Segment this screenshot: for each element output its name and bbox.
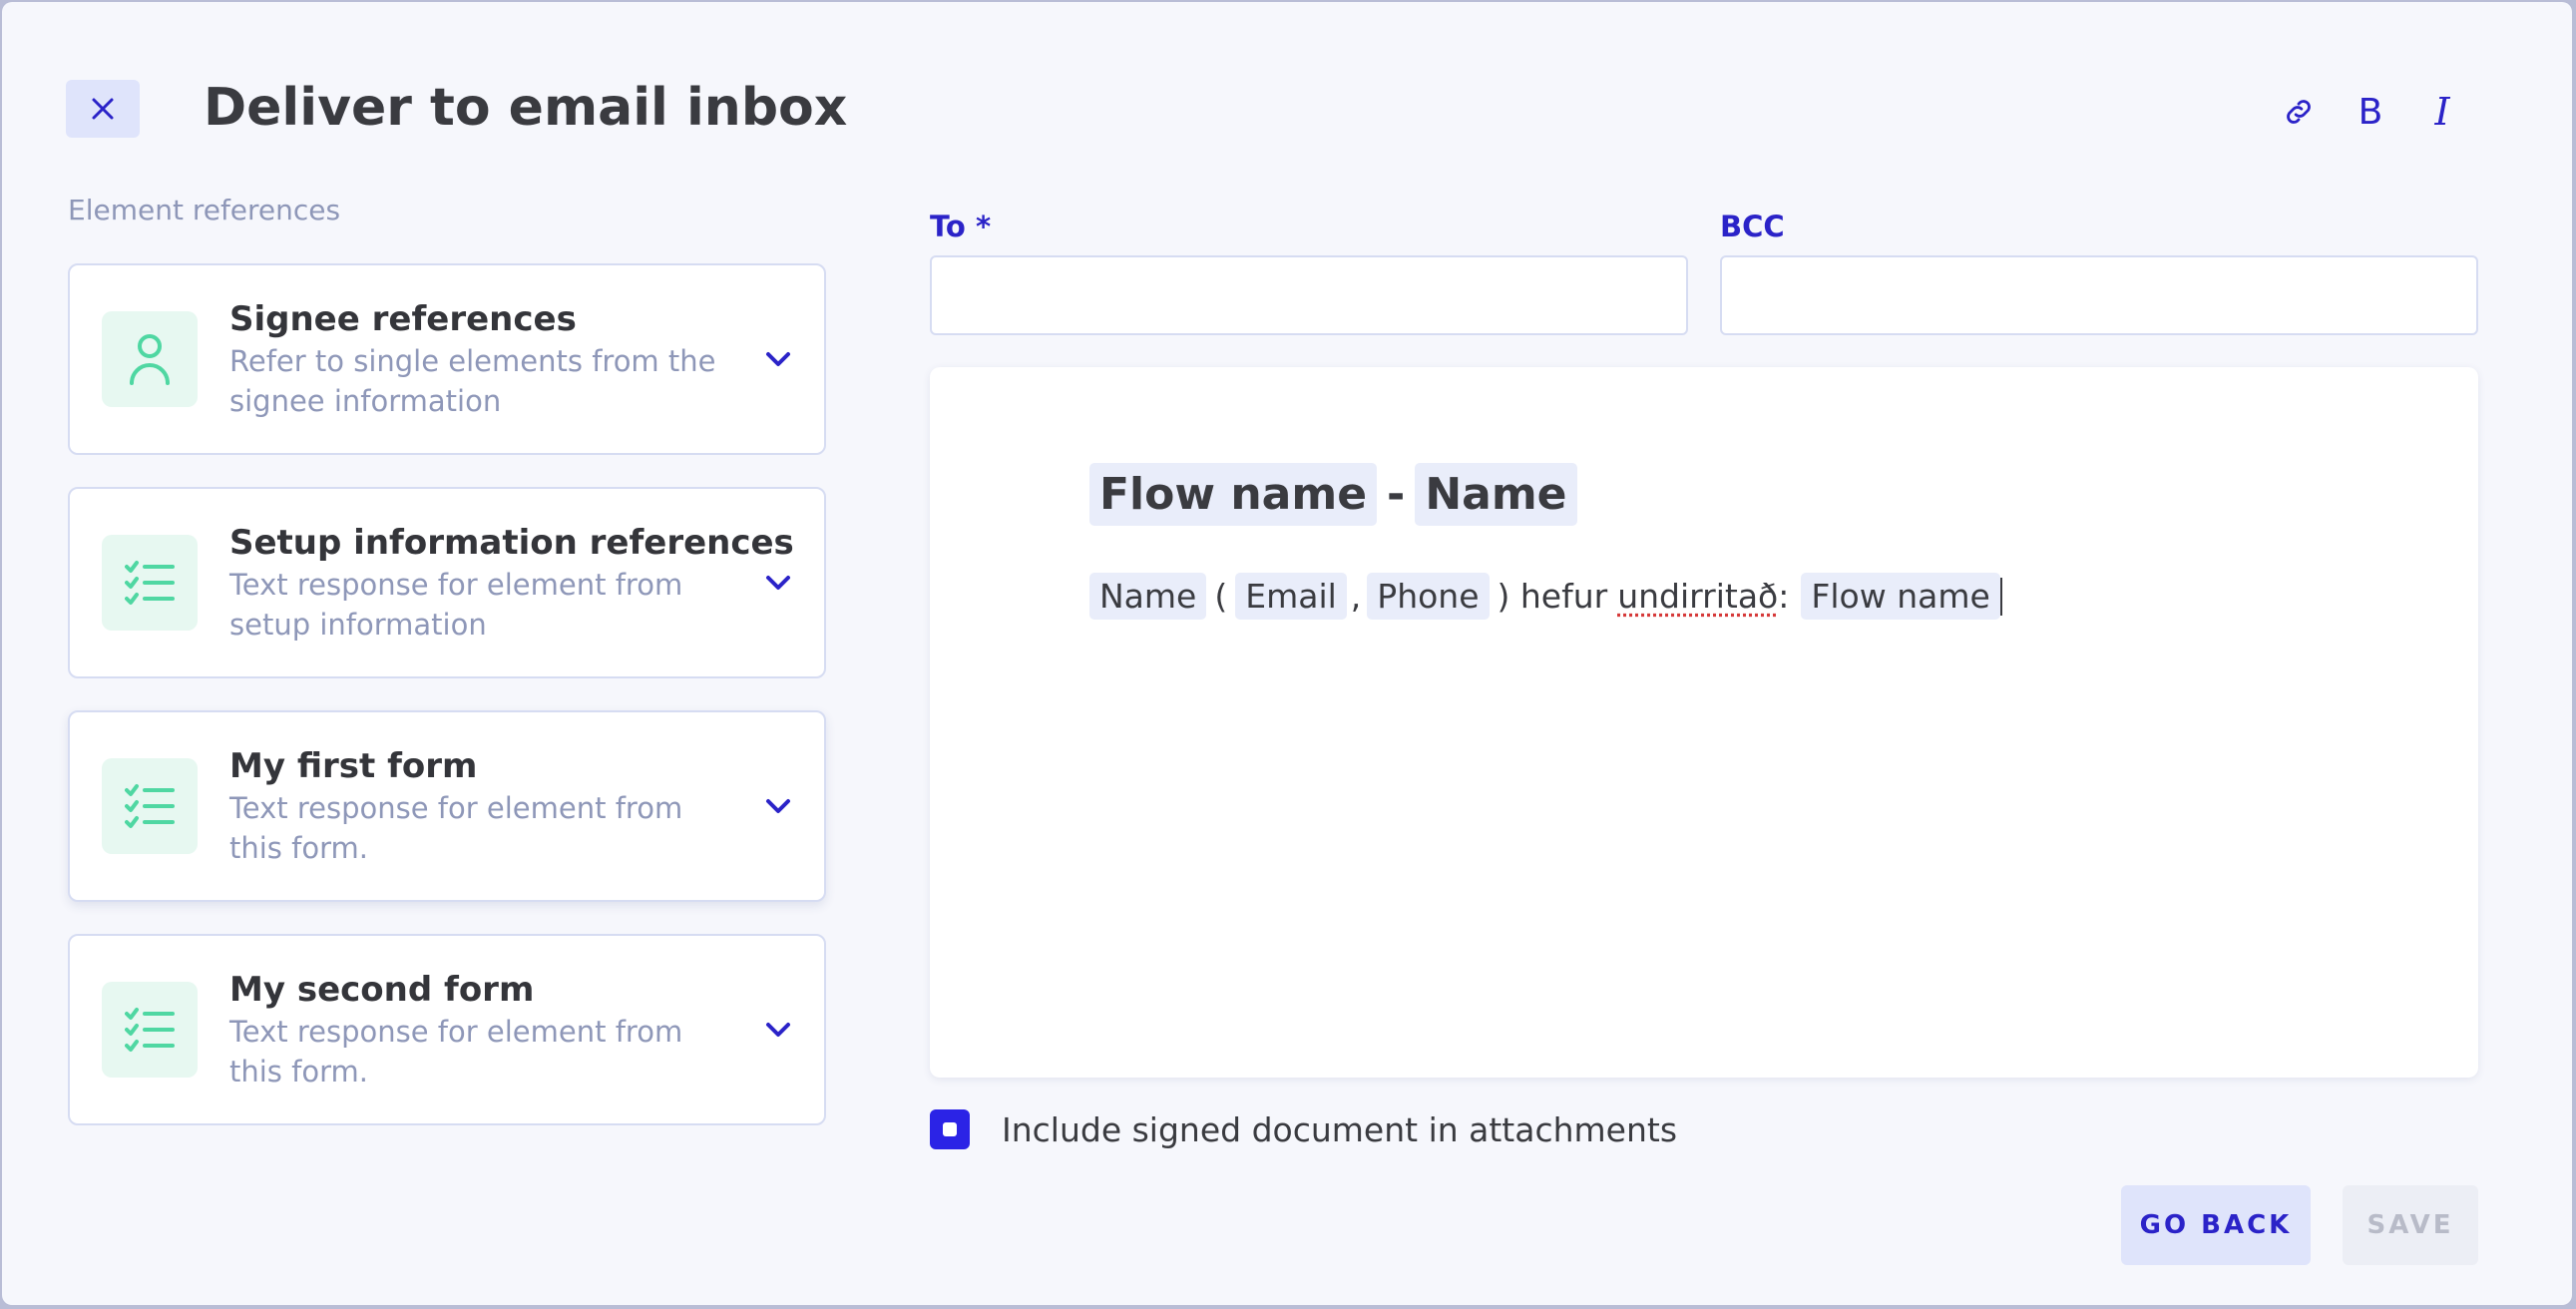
checklist-icon (102, 535, 198, 631)
bcc-field[interactable] (1720, 255, 2478, 335)
subject-separator: - (1387, 469, 1406, 520)
chevron-down-icon[interactable] (758, 563, 798, 603)
reference-chip-flow-name[interactable]: Flow name (1089, 463, 1378, 526)
reference-description: Text response for element from this form… (229, 1015, 683, 1089)
bold-button[interactable]: B (2349, 90, 2392, 134)
reference-chip-email[interactable]: Email (1235, 573, 1347, 620)
to-field-label: To * (930, 210, 992, 243)
reference-title: Signee references (229, 299, 577, 339)
reference-card-my-first-form[interactable]: My first form Text response for element … (68, 710, 826, 902)
reference-card-setup-information[interactable]: Setup information references Text respon… (68, 487, 826, 678)
comma-text: , (1350, 577, 1362, 616)
reference-title: My second form (229, 970, 535, 1010)
italic-icon: I (2434, 90, 2450, 134)
go-back-button[interactable]: GO BACK (2121, 1185, 2311, 1265)
reference-description: Refer to single elements from the signee… (229, 344, 716, 418)
include-attachment-checkbox[interactable] (930, 1109, 970, 1149)
chevron-down-icon[interactable] (758, 339, 798, 379)
person-icon (102, 311, 198, 407)
misspelled-word: undirritað (1617, 577, 1779, 616)
reference-chip-name[interactable]: Name (1415, 463, 1577, 526)
link-icon (2287, 100, 2311, 124)
email-body-line: Name ( Email , Phone ) hefur undirritað … (1089, 573, 2002, 620)
reference-description: Text response for element from setup inf… (229, 568, 683, 642)
colon-text: : (1778, 577, 1790, 616)
checklist-icon (102, 982, 198, 1078)
reference-card-my-second-form[interactable]: My second form Text response for element… (68, 934, 826, 1125)
reference-title: My first form (229, 746, 478, 786)
email-subject-line: Flow name - Name (1089, 463, 1577, 526)
element-references-label: Element references (68, 194, 341, 226)
italic-button[interactable]: I (2420, 90, 2464, 134)
include-attachment-label: Include signed document in attachments (1002, 1110, 1678, 1149)
close-button[interactable] (66, 80, 140, 138)
open-paren-text: ( (1214, 577, 1228, 616)
reference-card-signee[interactable]: Signee references Refer to single elemen… (68, 263, 826, 455)
email-body-editor[interactable]: Flow name - Name Name ( Email , Phone ) … (930, 367, 2478, 1078)
to-field[interactable] (930, 255, 1688, 335)
reference-chip-phone[interactable]: Phone (1367, 573, 1490, 620)
save-button[interactable]: SAVE (2343, 1185, 2478, 1265)
reference-title: Setup information references (229, 523, 794, 563)
body-text: ) hefur (1497, 577, 1608, 616)
dialog-title: Deliver to email inbox (204, 78, 848, 138)
text-cursor (1999, 577, 2002, 616)
close-icon (92, 98, 114, 120)
reference-chip-name[interactable]: Name (1089, 573, 1207, 620)
chevron-down-icon[interactable] (758, 1010, 798, 1050)
reference-description: Text response for element from this form… (229, 791, 683, 865)
email-delivery-dialog: Deliver to email inbox B I Element refer… (2, 2, 2572, 1305)
checkbox-checked-icon (943, 1122, 957, 1136)
format-toolbar: B I (2277, 90, 2464, 134)
link-button[interactable] (2277, 90, 2321, 134)
bold-icon: B (2358, 91, 2383, 133)
chevron-down-icon[interactable] (758, 786, 798, 826)
bcc-field-label: BCC (1720, 210, 1785, 243)
checklist-icon (102, 758, 198, 854)
reference-chip-flow-name[interactable]: Flow name (1801, 573, 2000, 620)
